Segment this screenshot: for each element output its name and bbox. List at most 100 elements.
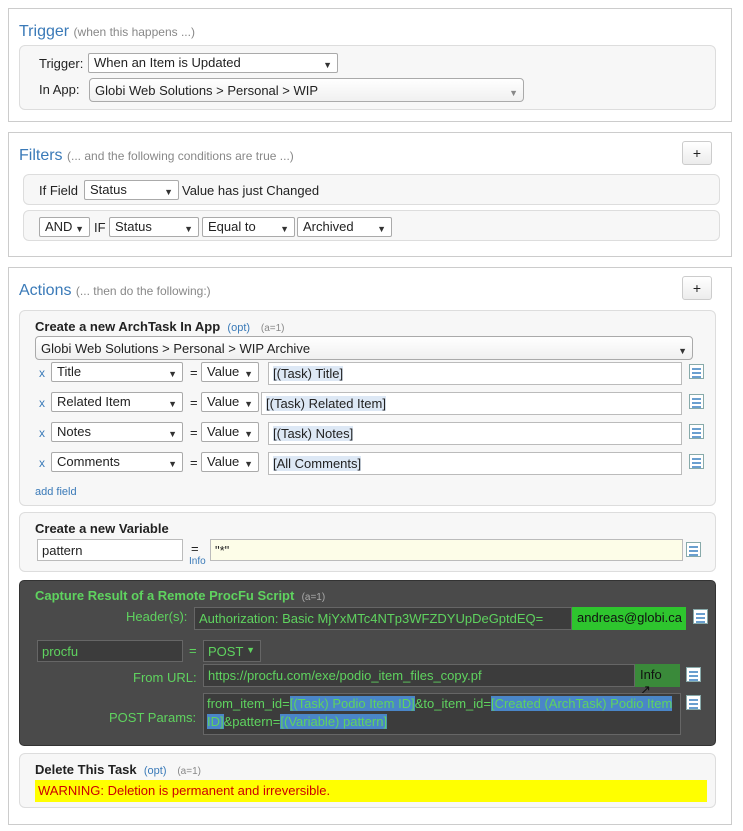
if-label: IF [94, 220, 106, 235]
list-config-icon[interactable] [689, 424, 704, 439]
app-label: In App: [39, 82, 80, 97]
if-field-label: If Field [39, 183, 79, 198]
operator-value: Equal to [208, 219, 256, 234]
field-select-related-item[interactable]: Related Item ▼ [51, 392, 183, 412]
filter-row-1: If Field Status ▼ Value has just Changed [23, 174, 720, 205]
method-select[interactable]: POST ▼ [203, 640, 261, 662]
type-select-title[interactable]: Value ▼ [201, 362, 259, 382]
app-select[interactable]: Globi Web Solutions > Personal > WIP ▼ [89, 78, 524, 102]
trigger-subtitle: (when this happens ...) [73, 25, 195, 39]
actions-title: Actions [19, 282, 72, 299]
chevron-down-icon: ▼ [168, 459, 177, 469]
procfu-variable-input[interactable]: procfu [37, 640, 183, 662]
type-select-notes[interactable]: Value ▼ [201, 422, 259, 442]
chevron-down-icon: ▼ [168, 369, 177, 379]
trigger-label: Trigger: [39, 56, 84, 71]
chevron-down-icon: ▼ [75, 224, 84, 234]
trigger-heading: Trigger (when this happens ...) [19, 23, 195, 41]
variable-info-link[interactable]: Info [189, 556, 206, 567]
and-select[interactable]: AND ▼ [39, 217, 90, 237]
post-params-input[interactable]: from_item_id=[(Task) Podio Item ID]&to_i… [203, 693, 681, 735]
variable-name-input[interactable]: pattern [37, 539, 183, 561]
field-select-notes-value: Notes [57, 424, 91, 439]
equals-sign: = [189, 643, 197, 658]
list-config-icon[interactable] [689, 364, 704, 379]
actions-heading: Actions (... then do the following:) [19, 282, 211, 300]
field-select-title[interactable]: Title ▼ [51, 362, 183, 382]
procfu-tag: (a=1) [301, 592, 326, 603]
remove-field-button[interactable]: x [39, 456, 45, 470]
remove-field-button[interactable]: x [39, 396, 45, 410]
type-select-comments[interactable]: Value ▼ [201, 452, 259, 472]
add-field-link[interactable]: add field [35, 486, 77, 498]
field-select-title-value: Title [57, 364, 82, 379]
add-filter-button[interactable]: + [682, 141, 712, 165]
equals-sign: = [191, 541, 199, 556]
chevron-down-icon: ▼ [244, 429, 253, 439]
variable-name-value: pattern [42, 543, 83, 558]
filter-field-select[interactable]: Status ▼ [84, 180, 179, 200]
value-input-related-item[interactable]: [(Task) Related Item] [261, 392, 682, 415]
token-task-podio-item-id: [(Task) Podio Item ID] [289, 696, 415, 711]
procfu-header: Capture Result of a Remote ProcFu Script… [35, 588, 325, 603]
field-select-comments[interactable]: Comments ▼ [51, 452, 183, 472]
url-info-button[interactable]: Info ↗ [635, 664, 680, 697]
token-all-comments: [All Comments] [273, 456, 362, 471]
value-input-notes[interactable]: [(Task) Notes] [268, 422, 682, 445]
variable-value: "*" [215, 543, 230, 558]
procfu-title: Capture Result of a Remote ProcFu Script [35, 588, 295, 603]
field-select-notes[interactable]: Notes ▼ [51, 422, 183, 442]
delete-task-box: Delete This Task (opt) (a=1) WARNING: De… [19, 753, 716, 808]
variable-title: Create a new Variable [35, 521, 169, 536]
type-select-notes-value: Value [207, 424, 240, 439]
filters-panel: Filters (... and the following condition… [8, 132, 732, 257]
chevron-down-icon: ▼ [164, 187, 173, 197]
archtask-app-select[interactable]: Globi Web Solutions > Personal > WIP Arc… [35, 336, 693, 360]
list-config-icon[interactable] [689, 454, 704, 469]
field-select-comments-value: Comments [57, 454, 120, 469]
value-input-comments[interactable]: [All Comments] [268, 452, 682, 475]
headers-input[interactable]: Authorization: Basic MjYxMTc4NTp3WFZDYUp… [194, 607, 572, 630]
operator-select[interactable]: Equal to ▼ [202, 217, 295, 237]
type-select-title-value: Value [207, 364, 240, 379]
chevron-down-icon: ▼ [280, 224, 289, 234]
add-action-button[interactable]: + [682, 276, 712, 300]
condition-field-value: Status [115, 219, 152, 234]
chevron-down-icon: ▼ [244, 459, 253, 469]
remove-field-button[interactable]: x [39, 426, 45, 440]
list-config-icon[interactable] [686, 542, 701, 557]
chevron-down-icon: ▼ [244, 399, 253, 409]
list-config-icon[interactable] [693, 609, 708, 624]
post-params-label: POST Params: [109, 710, 197, 725]
url-input[interactable]: https://procfu.com/exe/podio_item_files_… [203, 664, 635, 687]
chevron-down-icon: ▼ [246, 645, 255, 655]
delete-opt-link[interactable]: (opt) [144, 765, 167, 777]
chevron-down-icon: ▼ [244, 369, 253, 379]
condition-field-select[interactable]: Status ▼ [109, 217, 199, 237]
trigger-box: Trigger: When an Item is Updated ▼ In Ap… [19, 45, 716, 110]
create-variable-box: Create a new Variable pattern = Info "*" [19, 512, 716, 572]
filters-heading: Filters (... and the following condition… [19, 147, 294, 165]
procfu-variable-value: procfu [42, 644, 79, 659]
chevron-down-icon: ▼ [168, 429, 177, 439]
archtask-tag: (a=1) [260, 323, 285, 334]
list-config-icon[interactable] [686, 695, 701, 710]
list-config-icon[interactable] [689, 394, 704, 409]
chevron-down-icon: ▼ [168, 399, 177, 409]
type-select-related-item-value: Value [207, 394, 240, 409]
remove-field-button[interactable]: x [39, 366, 45, 380]
type-select-comments-value: Value [207, 454, 240, 469]
value-input-title[interactable]: [(Task) Title] [268, 362, 682, 385]
trigger-select[interactable]: When an Item is Updated ▼ [88, 53, 338, 73]
type-select-related-item[interactable]: Value ▼ [201, 392, 259, 412]
token-variable-pattern: [(Variable) pattern] [280, 714, 388, 729]
condition-value-select[interactable]: Archived ▼ [297, 217, 392, 237]
filter-field-value: Status [90, 182, 127, 197]
trigger-title: Trigger [19, 23, 70, 40]
token-task-related-item: [(Task) Related Item] [266, 396, 386, 411]
list-config-icon[interactable] [686, 667, 701, 682]
variable-value-input[interactable]: "*" [210, 539, 683, 561]
archtask-opt-link[interactable]: (opt) [227, 322, 250, 334]
archtask-title: Create a new ArchTask In App [35, 319, 221, 334]
token-task-title: [(Task) Title] [273, 366, 344, 381]
